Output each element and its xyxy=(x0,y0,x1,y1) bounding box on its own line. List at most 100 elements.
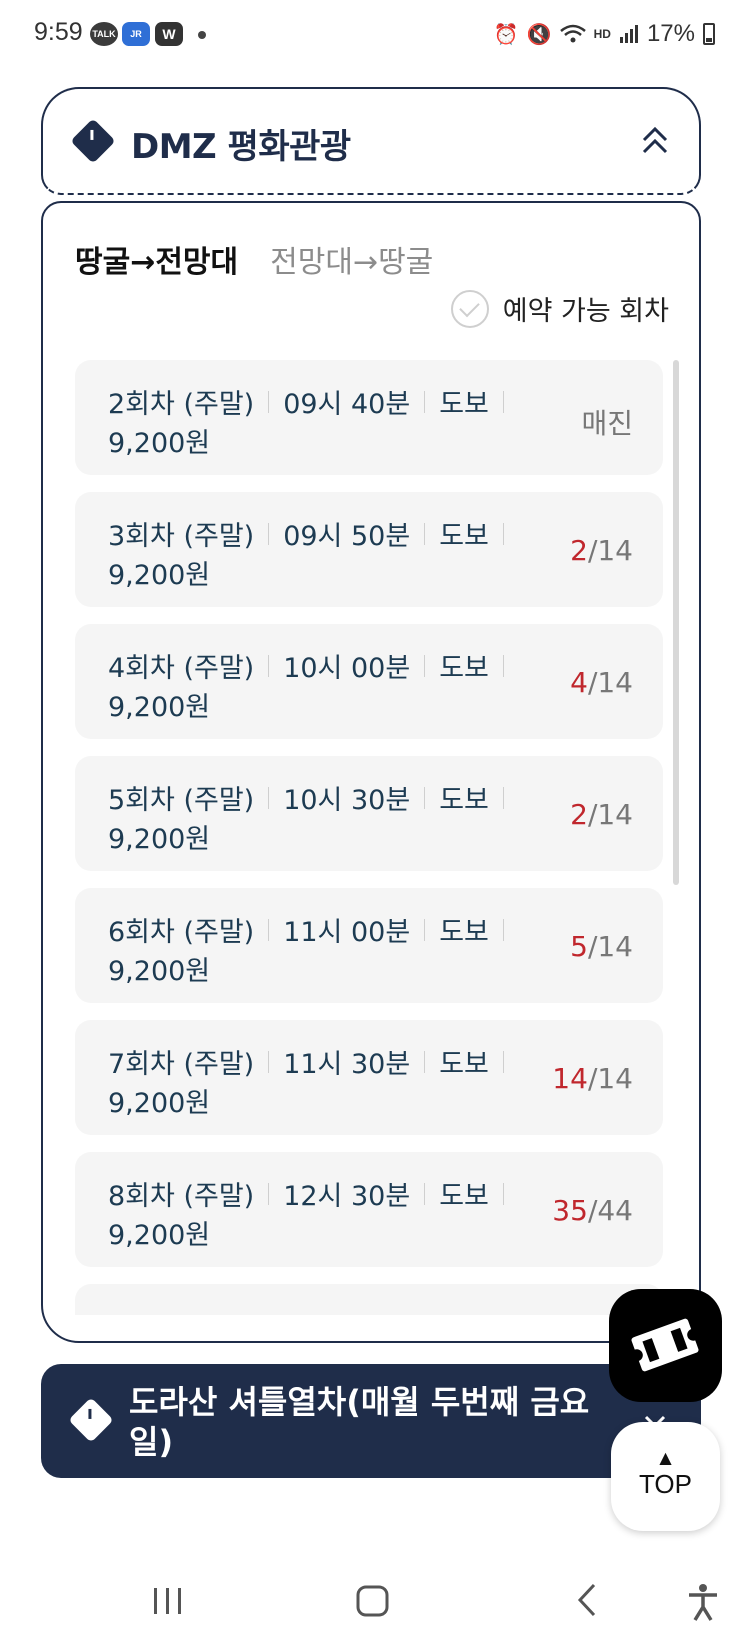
chevron-up-double-icon[interactable] xyxy=(641,123,669,159)
round-label: 7회차 (주말) xyxy=(108,1049,255,1080)
price: 9,200원 xyxy=(108,824,211,855)
ticket-icon xyxy=(630,1318,700,1372)
seats-total: /14 xyxy=(587,666,633,699)
divider xyxy=(424,1182,426,1205)
schedule-row[interactable]: 3회차 (주말) 09시 50분 도보 9,200원 2/14 xyxy=(75,492,663,607)
schedule-row[interactable]: 2회차 (주말) 09시 40분 도보 9,200원 매진 xyxy=(75,360,663,475)
round-label: 8회차 (주말) xyxy=(108,1181,255,1212)
tour-type: 도보 xyxy=(439,1049,489,1080)
tour-type: 도보 xyxy=(439,653,489,684)
schedule-row[interactable]: 8회차 (주말) 12시 30분 도보 9,200원 35/44 xyxy=(75,1152,663,1267)
departure-time: 09시 40분 xyxy=(283,389,411,420)
round-label: 6회차 (주말) xyxy=(108,917,255,948)
schedule-list[interactable]: 2회차 (주말) 09시 40분 도보 9,200원 매진 3회차 (주말) 09시 … xyxy=(75,360,665,1315)
tab-observatory-to-tunnel[interactable]: 전망대→땅굴 xyxy=(270,237,433,281)
price: 9,200원 xyxy=(108,560,211,591)
divider xyxy=(502,390,504,413)
seats-available: 5 xyxy=(570,930,588,963)
recent-apps-icon[interactable] xyxy=(150,1582,186,1618)
home-icon[interactable] xyxy=(355,1582,391,1618)
dorasan-shuttle-accordion-header[interactable]: 도라산 셔틀열차(매월 두번째 금요일) xyxy=(41,1364,701,1478)
list-scrollbar[interactable] xyxy=(673,360,679,1310)
arrow-up-icon: ▲ xyxy=(659,1448,672,1467)
tour-type: 도보 xyxy=(439,785,489,816)
schedule-row[interactable]: 7회차 (주말) 11시 30분 도보 9,200원 14/14 xyxy=(75,1020,663,1135)
scrollbar-thumb[interactable] xyxy=(673,360,679,885)
battery-percent: 17% xyxy=(646,20,695,47)
jr-app-icon: JR xyxy=(122,22,150,46)
tab-tunnel-to-observatory[interactable]: 땅굴→전망대 xyxy=(75,237,238,281)
schedule-row-partial[interactable] xyxy=(75,1284,663,1315)
status-time: 9:59 xyxy=(34,18,83,46)
schedule-row[interactable]: 4회차 (주말) 10시 00분 도보 9,200원 4/14 xyxy=(75,624,663,739)
hd-voice-icon: HD xyxy=(593,27,611,41)
seats-total: /14 xyxy=(587,798,633,831)
kakaotalk-icon: TALK xyxy=(90,22,118,46)
back-icon[interactable] xyxy=(570,1582,606,1618)
divider xyxy=(502,654,504,677)
round-label: 2회차 (주말) xyxy=(108,389,255,420)
seat-availability: 35/44 xyxy=(552,1194,633,1227)
section-title: 도라산 셔틀열차(매월 두번째 금요일) xyxy=(129,1383,590,1461)
price: 9,200원 xyxy=(108,428,211,459)
divider xyxy=(268,390,270,413)
battery-icon xyxy=(703,23,715,45)
divider xyxy=(502,522,504,545)
w-app-icon: W xyxy=(155,22,183,46)
departure-time: 11시 00분 xyxy=(283,917,411,948)
departure-time: 11시 30분 xyxy=(283,1049,411,1080)
divider xyxy=(424,654,426,677)
seats-available: 14 xyxy=(552,1062,588,1095)
schedule-row[interactable]: 5회차 (주말) 10시 30분 도보 9,200원 2/14 xyxy=(75,756,663,871)
seat-availability: 2/14 xyxy=(570,798,633,831)
section-title: DMZ 평화관광 xyxy=(131,127,351,167)
direction-tabs: 땅굴→전망대 전망대→땅굴 xyxy=(75,237,433,281)
departure-time: 09시 50분 xyxy=(283,521,411,552)
alarm-icon: ⏰ xyxy=(493,23,519,46)
dmz-tour-accordion-header[interactable]: DMZ 평화관광 xyxy=(41,87,701,195)
dmz-tour-accordion-body: 땅굴→전망대 전망대→땅굴 예약 가능 회차 2회차 (주말) 09시 40분도보… xyxy=(41,201,701,1343)
divider xyxy=(268,786,270,809)
departure-time: 12시 30분 xyxy=(283,1181,411,1212)
schedule-row[interactable]: 6회차 (주말) 11시 00분 도보 9,200원 5/14 xyxy=(75,888,663,1003)
departure-time: 10시 00분 xyxy=(283,653,411,684)
divider xyxy=(424,918,426,941)
legend-label: 예약 가능 회차 xyxy=(502,296,669,327)
tour-type: 도보 xyxy=(439,521,489,552)
divider xyxy=(424,522,426,545)
scroll-to-top-button[interactable]: ▲ TOP xyxy=(611,1422,720,1531)
divider xyxy=(502,1182,504,1205)
top-label: TOP xyxy=(639,1469,692,1499)
clock-icon xyxy=(70,118,116,164)
divider xyxy=(424,786,426,809)
check-circle-icon xyxy=(450,289,489,328)
divider xyxy=(424,390,426,413)
seats-total: /14 xyxy=(587,930,633,963)
round-label: 4회차 (주말) xyxy=(108,653,255,684)
divider xyxy=(268,522,270,545)
status-right: ⏰ 🔇 HD 17% xyxy=(494,20,715,48)
seats-total: /14 xyxy=(587,1062,633,1095)
ticket-fab-button[interactable] xyxy=(609,1289,722,1402)
seats-available: 2 xyxy=(570,534,588,567)
divider xyxy=(502,918,504,941)
divider xyxy=(424,1050,426,1073)
price: 9,200원 xyxy=(108,956,211,987)
status-bar: 9:59 TALK JR W ⏰ 🔇 HD 17% xyxy=(0,0,743,72)
divider xyxy=(502,786,504,809)
accessibility-icon[interactable] xyxy=(686,1582,720,1622)
seat-availability: 5/14 xyxy=(570,930,633,963)
signal-icon xyxy=(619,25,638,43)
price: 9,200원 xyxy=(108,1088,211,1119)
divider xyxy=(268,1050,270,1073)
wifi-icon xyxy=(559,24,586,43)
divider xyxy=(502,1050,504,1073)
seats-total: /14 xyxy=(587,534,633,567)
system-nav-bar xyxy=(0,1560,743,1651)
price: 9,200원 xyxy=(108,692,211,723)
clock-icon xyxy=(68,1397,114,1443)
seats-available: 35 xyxy=(552,1194,588,1227)
notification-dot-icon xyxy=(198,31,206,39)
divider xyxy=(268,1182,270,1205)
seat-availability: 4/14 xyxy=(570,666,633,699)
